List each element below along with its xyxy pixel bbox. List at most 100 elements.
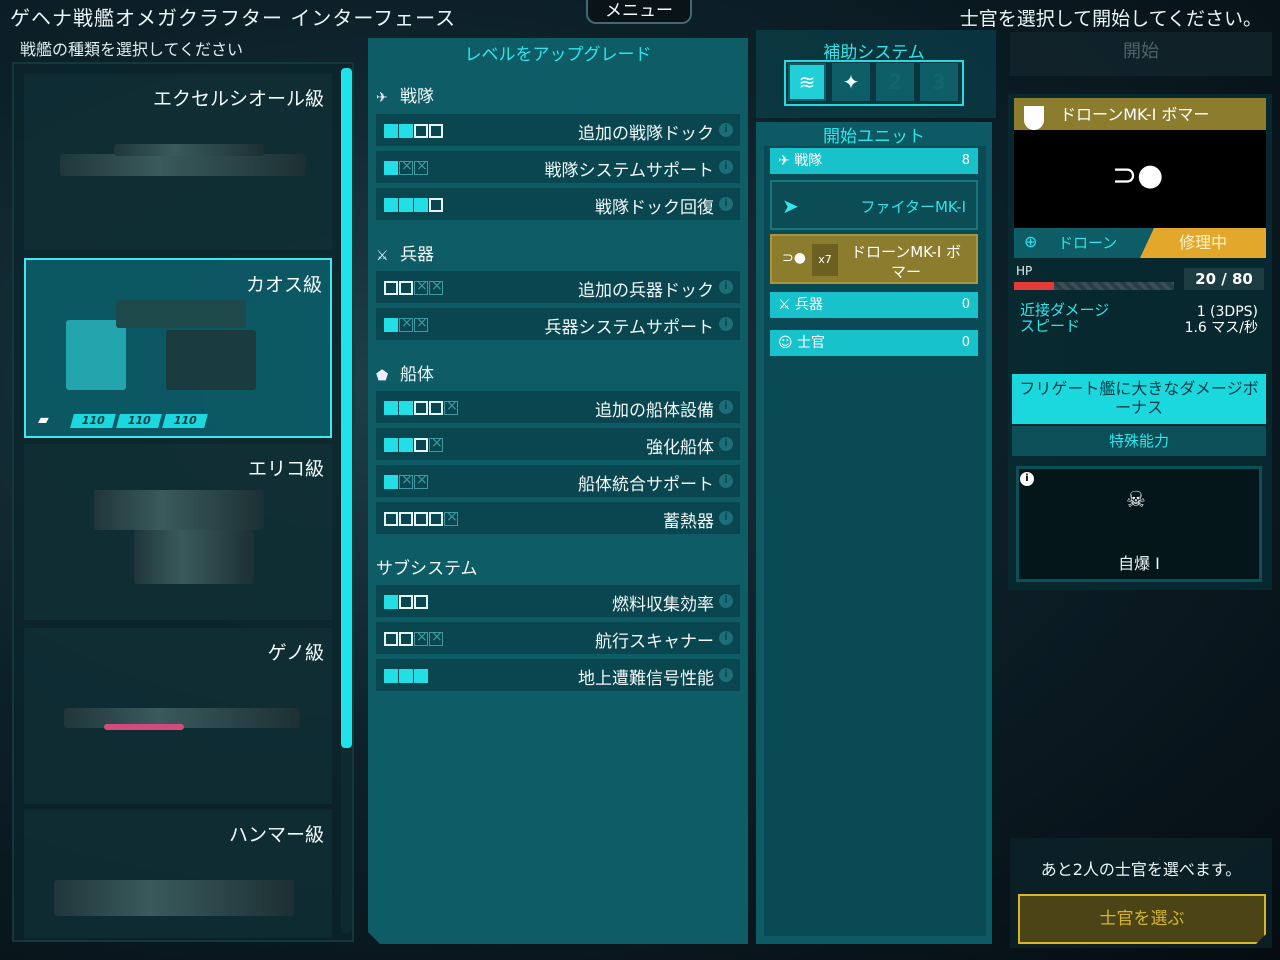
hp-bar-fill bbox=[1014, 282, 1054, 290]
level-box bbox=[444, 509, 458, 526]
level-box bbox=[414, 278, 428, 295]
upgrade-name: 戦隊システムサポート bbox=[544, 161, 715, 181]
ship-name: エクセルシオール級 bbox=[152, 88, 324, 110]
squadron-count: 8 bbox=[961, 153, 970, 168]
level-box bbox=[414, 669, 428, 683]
level-box bbox=[414, 315, 428, 332]
info-icon[interactable]: i bbox=[719, 317, 733, 331]
upgrade-row[interactable]: 船体統合サポート i bbox=[376, 465, 740, 497]
upgrade-row[interactable]: 航行スキャナー i bbox=[376, 622, 740, 654]
info-icon[interactable]: i bbox=[719, 160, 733, 174]
upgrade-category: ⬟ 船体 bbox=[376, 360, 434, 385]
officers-label: 士官 bbox=[797, 335, 826, 351]
upgrade-row[interactable]: 地上遭難信号性能 i bbox=[376, 659, 740, 691]
level-box bbox=[399, 198, 413, 212]
upgrade-level-boxes bbox=[384, 158, 429, 176]
level-box bbox=[429, 512, 443, 526]
select-officer-button[interactable]: 士官を選ぶ bbox=[1018, 894, 1266, 944]
upgrade-row[interactable]: 燃料収集効率 i bbox=[376, 585, 740, 617]
info-icon[interactable]: i bbox=[719, 474, 733, 488]
melee-damage-value: 1 (3DPS) bbox=[1196, 304, 1258, 320]
info-icon[interactable]: i bbox=[719, 631, 733, 645]
upgrade-row[interactable]: 戦隊システムサポート i bbox=[376, 151, 740, 183]
info-icon[interactable]: i bbox=[719, 280, 733, 294]
drone-unit-card[interactable]: ⊃● x7 ドローンMK-I ボマー bbox=[770, 234, 978, 284]
cards-icon: ▰ bbox=[38, 412, 49, 428]
ship-card-geno[interactable]: ゲノ級 bbox=[24, 628, 332, 804]
upgrade-category: サブシステム bbox=[376, 554, 478, 579]
upgrade-level-boxes bbox=[384, 629, 444, 647]
aux-slot-3[interactable]: 3 bbox=[920, 63, 958, 101]
ship-card-chaos[interactable]: カオス級 ▰ 110 110 110 bbox=[24, 258, 332, 438]
ship-sprite bbox=[94, 490, 264, 530]
info-icon[interactable]: i bbox=[1020, 472, 1034, 486]
upgrade-level-boxes bbox=[384, 435, 444, 453]
upgrade-row[interactable]: 強化船体 i bbox=[376, 428, 740, 460]
ship-list-header: 戦艦の種類を選択してください bbox=[20, 40, 244, 59]
upgrade-level-boxes bbox=[384, 123, 444, 139]
stat-chip: 110 bbox=[116, 414, 162, 428]
ship-sprite-lights bbox=[104, 724, 184, 730]
ship-card-hammer[interactable]: ハンマー級 bbox=[24, 810, 332, 938]
skull-icon: ☠ bbox=[1126, 488, 1146, 513]
info-icon[interactable]: i bbox=[719, 400, 733, 414]
aux-slot-2[interactable]: 2 bbox=[876, 63, 914, 101]
level-box bbox=[414, 158, 428, 175]
layers-icon[interactable]: ≋ bbox=[788, 63, 826, 101]
upgrade-level-boxes bbox=[384, 278, 444, 296]
upgrade-name: 兵器システムサポート bbox=[544, 318, 715, 338]
start-units-title: 開始ユニット bbox=[823, 127, 925, 147]
level-box bbox=[429, 401, 443, 415]
level-box bbox=[384, 669, 398, 683]
ship-list-scroll-thumb[interactable] bbox=[341, 68, 352, 748]
level-box bbox=[384, 198, 398, 212]
level-box bbox=[414, 512, 428, 526]
level-box bbox=[384, 124, 398, 138]
ability-title: 特殊能力 bbox=[1012, 426, 1266, 456]
info-icon[interactable]: i bbox=[719, 594, 733, 608]
drone-icon: ⊃● bbox=[782, 250, 806, 266]
upgrade-row[interactable]: 戦隊ドック回復 i bbox=[376, 188, 740, 220]
level-box bbox=[399, 438, 413, 452]
bonus-banner: フリゲート艦に大きなダメージボーナス bbox=[1012, 374, 1266, 424]
upgrade-row[interactable]: 追加の船体設備 i bbox=[376, 391, 740, 423]
ship-sprite-detail bbox=[114, 144, 264, 156]
repair-status: 修理中 bbox=[1140, 228, 1266, 258]
satellite-icon[interactable]: ✦ bbox=[832, 63, 870, 101]
level-box bbox=[429, 124, 443, 138]
upgrade-title: レベルをアップグレード bbox=[464, 45, 652, 65]
info-icon[interactable]: i bbox=[719, 123, 733, 137]
ship-sprite bbox=[54, 880, 294, 916]
info-icon[interactable]: i bbox=[719, 511, 733, 525]
level-box bbox=[384, 318, 398, 332]
info-icon[interactable]: i bbox=[719, 668, 733, 682]
drone-type-icon: ⊕ bbox=[1024, 232, 1038, 251]
category-icon: ⬟ bbox=[376, 368, 389, 384]
upgrade-row[interactable]: 追加の戦隊ドック i bbox=[376, 114, 740, 146]
level-box bbox=[399, 281, 413, 295]
category-label: 兵器 bbox=[400, 245, 434, 265]
upgrade-name: 地上遭難信号性能 bbox=[578, 669, 714, 689]
ship-card-jericho[interactable]: エリコ級 bbox=[24, 444, 332, 620]
upgrade-name: 戦隊ドック回復 bbox=[595, 198, 714, 218]
upgrade-row[interactable]: 追加の兵器ドック i bbox=[376, 271, 740, 303]
upgrade-name: 追加の戦隊ドック bbox=[578, 124, 714, 144]
start-button[interactable]: 開始 bbox=[1010, 32, 1272, 76]
fighter-unit-card[interactable]: ➤ ファイターMK-I bbox=[770, 180, 978, 230]
info-icon[interactable]: i bbox=[719, 437, 733, 451]
category-label: 船体 bbox=[400, 365, 434, 385]
weapons-header: ⚔ 兵器 0 bbox=[770, 292, 978, 318]
ship-card-excelsior[interactable]: エクセルシオール級 bbox=[24, 74, 332, 250]
level-box bbox=[399, 472, 413, 489]
level-box bbox=[414, 124, 428, 138]
ship-emblem bbox=[66, 320, 126, 390]
speed-value: 1.6 マス/秒 bbox=[1184, 320, 1258, 336]
menu-button[interactable]: メニュー bbox=[586, 0, 692, 24]
level-box bbox=[429, 629, 443, 646]
category-label: 戦隊 bbox=[400, 87, 434, 107]
hp-label: HP bbox=[1016, 264, 1033, 278]
upgrade-row[interactable]: 兵器システムサポート i bbox=[376, 308, 740, 340]
info-icon[interactable]: i bbox=[719, 197, 733, 211]
fighter-icon: ➤ bbox=[782, 194, 799, 218]
upgrade-row[interactable]: 蓄熱器 i bbox=[376, 502, 740, 534]
